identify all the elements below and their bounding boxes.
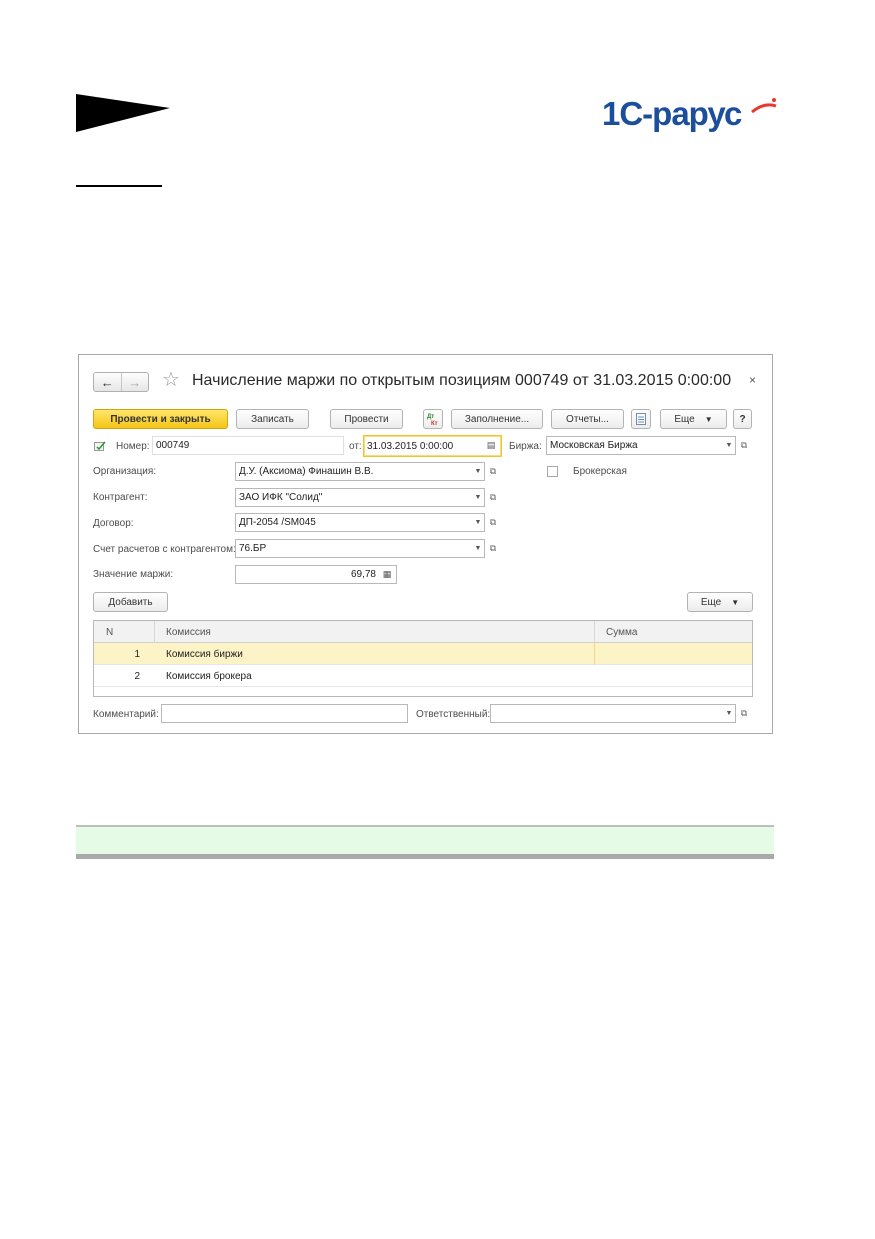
window-title: Начисление маржи по открытым позициям 00… xyxy=(192,372,732,389)
contract-field[interactable]: ДП-2054 /SM045 xyxy=(235,513,485,532)
dt-kt-icon: Дт Кт xyxy=(427,414,438,426)
document-status-icon xyxy=(94,441,106,451)
contract-dropdown-icon[interactable]: ▼ xyxy=(471,513,485,532)
svg-text:Дт: Дт xyxy=(427,414,434,420)
margin-field[interactable]: 69,78 xyxy=(235,565,397,584)
table-row[interactable]: 1 Комиссия биржи xyxy=(94,643,752,665)
more-button[interactable]: Еще ▼ xyxy=(660,409,727,429)
commission-table: N Комиссия Сумма 1 Комиссия биржи 2 Коми… xyxy=(93,620,753,697)
column-header-commission[interactable]: Комиссия xyxy=(154,621,594,643)
table-row[interactable]: 2 Комиссия брокера xyxy=(94,665,752,687)
account-field[interactable]: 76.БР xyxy=(235,539,485,558)
note-bar xyxy=(76,825,774,859)
document-icon xyxy=(636,413,646,425)
contract-open-icon[interactable]: ⧉ xyxy=(486,513,500,532)
close-icon[interactable]: × xyxy=(749,373,756,387)
responsible-label: Ответственный: xyxy=(416,709,491,720)
reports-button[interactable]: Отчеты... xyxy=(551,409,624,429)
row-number: 2 xyxy=(134,670,140,682)
date-value: 31.03.2015 0:00:00 xyxy=(367,440,454,452)
add-button[interactable]: Добавить xyxy=(93,592,168,612)
star-icon[interactable]: ☆ xyxy=(162,370,180,390)
row-number: 1 xyxy=(134,648,140,660)
exchange-field[interactable]: Московская Биржа xyxy=(546,436,736,455)
column-header-n[interactable]: N xyxy=(94,621,154,643)
responsible-field[interactable] xyxy=(490,704,736,723)
row-commission: Комиссия биржи xyxy=(166,648,243,660)
chevron-down-icon: ▼ xyxy=(731,597,740,607)
svg-text:Кт: Кт xyxy=(431,421,438,426)
table-header: N Комиссия Сумма xyxy=(94,621,752,643)
post-button[interactable]: Провести xyxy=(330,409,403,429)
table-more-button[interactable]: Еще ▼ xyxy=(687,592,753,612)
more-label: Еще xyxy=(674,413,695,425)
date-field[interactable]: 31.03.2015 0:00:00 xyxy=(363,435,502,457)
document-window: ← → ☆ Начисление маржи по открытым позиц… xyxy=(78,354,773,734)
number-label: Номер: xyxy=(116,441,150,452)
post-and-close-button[interactable]: Провести и закрыть xyxy=(93,409,228,429)
dt-kt-button[interactable]: Дт Кт xyxy=(423,409,443,429)
margin-label: Значение маржи: xyxy=(93,569,174,580)
responsible-dropdown-icon[interactable]: ▼ xyxy=(722,704,736,723)
counterparty-label: Контрагент: xyxy=(93,492,148,503)
print-button[interactable] xyxy=(631,409,651,429)
calculator-icon[interactable]: ▦ xyxy=(380,566,394,583)
exchange-open-icon[interactable]: ⧉ xyxy=(737,436,751,455)
contract-label: Договор: xyxy=(93,518,134,529)
counterparty-open-icon[interactable]: ⧉ xyxy=(486,488,500,507)
account-label: Счет расчетов с контрагентом: xyxy=(93,544,236,555)
help-button[interactable]: ? xyxy=(733,409,752,429)
broker-checkbox[interactable] xyxy=(547,466,558,477)
organization-field[interactable]: Д.У. (Аксиома) Финашин В.В. xyxy=(235,462,485,481)
responsible-open-icon[interactable]: ⧉ xyxy=(737,704,751,723)
heading-underline xyxy=(76,185,162,187)
navigation-buttons: ← → xyxy=(93,372,149,392)
organization-label: Организация: xyxy=(93,466,157,477)
column-header-sum[interactable]: Сумма xyxy=(594,621,752,643)
comment-field[interactable] xyxy=(161,704,408,723)
counterparty-field[interactable]: ЗАО ИФК "Солид" xyxy=(235,488,485,507)
comment-label: Комментарий: xyxy=(93,709,159,720)
row-commission: Комиссия брокера xyxy=(166,670,252,682)
exchange-label: Биржа: xyxy=(509,441,542,452)
date-label: от: xyxy=(349,441,362,452)
table-more-label: Еще xyxy=(700,596,722,608)
organization-dropdown-icon[interactable]: ▼ xyxy=(471,462,485,481)
back-button[interactable]: ← xyxy=(94,373,121,391)
fill-button[interactable]: Заполнение... xyxy=(451,409,543,429)
account-open-icon[interactable]: ⧉ xyxy=(486,539,500,558)
save-button[interactable]: Записать xyxy=(236,409,309,429)
arrow-marker-icon xyxy=(76,94,170,132)
exchange-dropdown-icon[interactable]: ▼ xyxy=(722,436,736,455)
account-dropdown-icon[interactable]: ▼ xyxy=(471,539,485,558)
forward-button[interactable]: → xyxy=(122,373,149,391)
rarus-logo: 1С-рарус xyxy=(602,95,777,132)
number-field[interactable]: 000749 xyxy=(152,436,344,455)
calendar-icon[interactable]: ▤ xyxy=(484,437,498,454)
chevron-down-icon: ▼ xyxy=(704,414,713,424)
svg-text:1С-рарус: 1С-рарус xyxy=(602,95,742,132)
counterparty-dropdown-icon[interactable]: ▼ xyxy=(471,488,485,507)
organization-open-icon[interactable]: ⧉ xyxy=(486,462,500,481)
broker-label: Брокерская xyxy=(573,466,627,477)
